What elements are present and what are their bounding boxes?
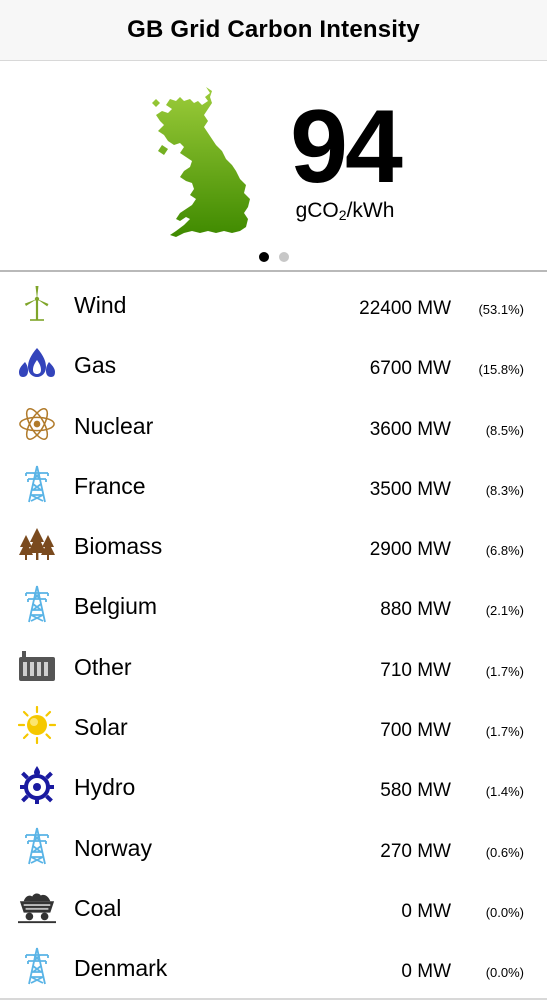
source-megawatts: 270 MW (380, 840, 451, 862)
source-megawatts: 580 MW (380, 780, 451, 802)
list-item-belgium[interactable]: Belgium 880 MW (2.1%) (0, 573, 547, 633)
intensity-unit: gCO2/kWh (280, 199, 410, 223)
list-item-france[interactable]: France 3500 MW (8.3%) (0, 453, 547, 513)
source-percentage: (8.3%) (485, 482, 524, 498)
source-megawatts: 880 MW (380, 599, 451, 621)
source-megawatts: 22400 MW (359, 298, 451, 319)
source-percentage: (2.1%) (485, 603, 524, 619)
source-name: Belgium (74, 593, 158, 620)
water-wheel-icon (18, 766, 56, 805)
generation-mix-list: Wind 22400 MW (53.1%) Gas 6700 MW (15.8%… (0, 272, 547, 996)
source-percentage: (1.7%) (485, 724, 524, 740)
source-name: Hydro (74, 774, 136, 801)
list-item-biomass[interactable]: Biomass 2900 MW (6.8%) (0, 513, 547, 573)
source-name: Biomass (74, 533, 163, 560)
source-megawatts: 0 MW (401, 961, 451, 983)
atom-icon (18, 405, 56, 443)
list-item-gas[interactable]: Gas 6700 MW (15.8%) (0, 332, 547, 392)
list-item-wind[interactable]: Wind 22400 MW (53.1%) (0, 272, 547, 332)
list-item-coal[interactable]: Coal 0 MW (0.0%) (0, 875, 547, 935)
list-item-solar[interactable]: Solar 700 MW (1.7%) (0, 694, 547, 754)
pylon-icon (18, 465, 56, 503)
source-name: France (74, 472, 146, 499)
list-item-nuclear[interactable]: Nuclear 3600 MW (8.5%) (0, 393, 547, 453)
source-name: Gas (74, 352, 117, 379)
source-percentage: (0.6%) (485, 844, 524, 860)
intensity-value: 94 (290, 89, 403, 205)
source-megawatts: 2900 MW (369, 539, 451, 561)
pylon-icon (18, 585, 56, 623)
great-britain-map-icon (150, 85, 254, 241)
source-megawatts: 0 MW (401, 900, 451, 922)
coal-cart-icon (18, 887, 56, 925)
pylon-icon (18, 947, 56, 985)
source-percentage: (1.7%) (485, 663, 524, 679)
source-megawatts: 700 MW (380, 720, 451, 742)
source-name: Solar (74, 714, 128, 741)
unit-subscript: 2 (338, 207, 347, 223)
source-percentage: (8.5%) (485, 422, 524, 438)
source-percentage: (6.8%) (485, 543, 524, 559)
page-dot-1[interactable] (258, 252, 269, 262)
factory-icon (18, 646, 56, 684)
source-name: Denmark (74, 955, 168, 982)
carbon-intensity-readout: 94 gCO2/kWh (280, 89, 410, 223)
source-name: Other (74, 653, 132, 680)
gas-flame-icon (18, 344, 56, 382)
page-dot-2[interactable] (278, 252, 289, 262)
list-item-other[interactable]: Other 710 MW (1.7%) (0, 634, 547, 694)
source-percentage: (0.0%) (485, 904, 524, 920)
source-name: Nuclear (74, 412, 154, 439)
trees-icon (18, 525, 56, 563)
source-percentage: (0.0%) (485, 965, 524, 981)
source-percentage: (1.4%) (485, 784, 524, 800)
source-megawatts: 3500 MW (369, 478, 451, 500)
source-percentage: (15.8%) (478, 362, 524, 378)
list-item-denmark[interactable]: Denmark 0 MW (0.0%) (0, 935, 547, 995)
page-control[interactable] (0, 252, 547, 262)
source-megawatts: 3600 MW (369, 418, 451, 440)
unit-tail: /kWh (346, 199, 395, 222)
source-name: Norway (74, 834, 152, 861)
source-megawatts: 710 MW (380, 659, 451, 681)
list-item-hydro[interactable]: Hydro 580 MW (1.4%) (0, 754, 547, 814)
source-megawatts: 6700 MW (369, 358, 451, 380)
list-item-norway[interactable]: Norway 270 MW (0.6%) (0, 815, 547, 875)
pylon-icon (18, 827, 56, 865)
source-name: Coal (74, 894, 122, 921)
unit-main: gCO (295, 199, 339, 222)
source-percentage: (53.1%) (478, 302, 524, 317)
source-name: Wind (74, 292, 127, 318)
nav-bar: GB Grid Carbon Intensity (0, 0, 547, 61)
intensity-card[interactable]: 94 gCO2/kWh (0, 61, 547, 270)
sun-icon (18, 706, 56, 745)
page-title: GB Grid Carbon Intensity (127, 16, 420, 43)
wind-turbine-icon (18, 284, 56, 322)
